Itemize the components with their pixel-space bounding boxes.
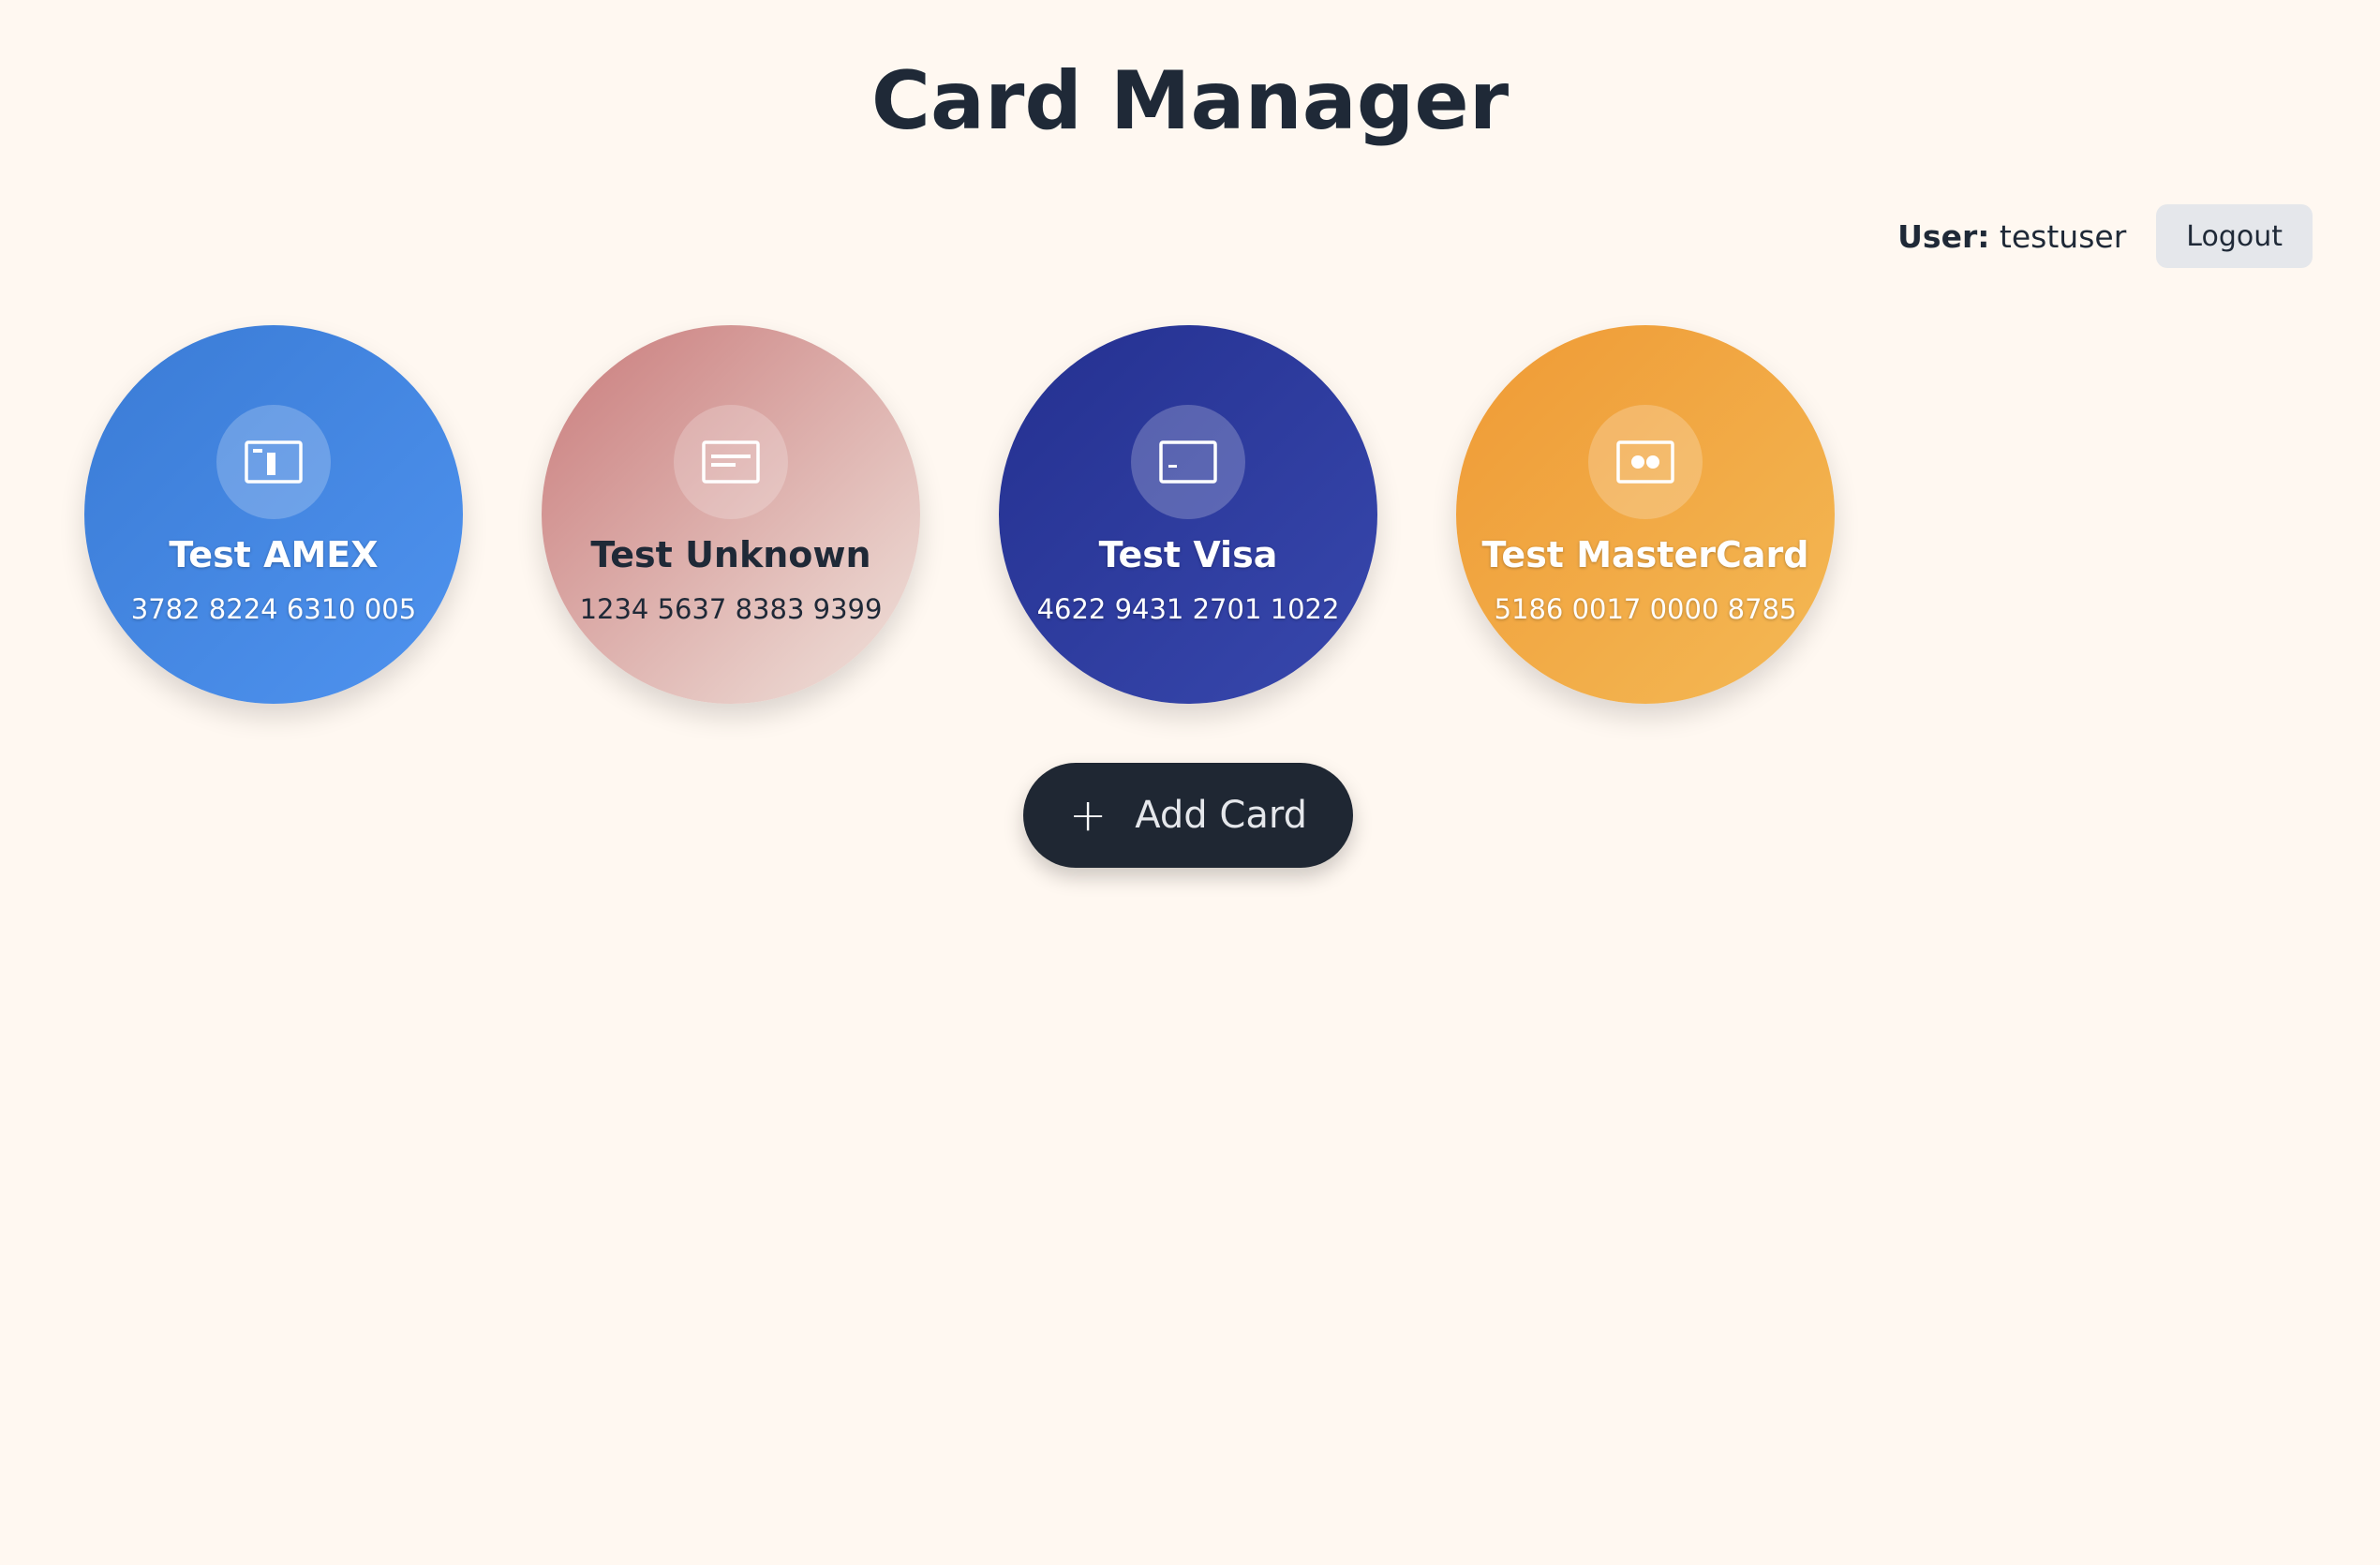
visa-card-icon [1159,440,1217,484]
user-info: User: testuser [1897,218,2126,255]
card-number: 1234 5637 8383 9399 [579,593,883,625]
card-number: 4622 9431 2701 1022 [1036,593,1340,625]
user-label: User: [1897,217,1990,255]
visa-card-icon-container [1131,405,1245,519]
cards-list: Test AMEX 3782 8224 6310 005 Test Unknow… [84,325,1835,704]
user-area: User: testuser Logout [1897,204,2313,268]
page-title: Card Manager [870,54,1510,148]
generic-card-icon [702,440,760,484]
mastercard-card-icon [1616,440,1674,484]
card-test-amex[interactable]: Test AMEX 3782 8224 6310 005 [84,325,463,704]
card-test-mastercard[interactable]: Test MasterCard 5186 0017 0000 8785 [1456,325,1835,704]
card-number: 3782 8224 6310 005 [130,593,417,625]
amex-card-icon [245,440,303,484]
amex-card-icon-container [216,405,331,519]
card-number: 5186 0017 0000 8785 [1494,593,1797,625]
logout-button[interactable]: Logout [2156,204,2313,268]
add-card-label: Add Card [1135,794,1307,837]
plus-icon: + [1069,789,1108,842]
card-name: Test AMEX [169,534,379,575]
card-name: Test MasterCard [1481,534,1809,575]
card-test-unknown[interactable]: Test Unknown 1234 5637 8383 9399 [542,325,920,704]
mastercard-card-icon-container [1588,405,1703,519]
card-name: Test Visa [1098,534,1278,575]
card-name: Test Unknown [590,534,871,575]
add-card-button[interactable]: + Add Card [1023,763,1353,868]
username: testuser [1999,217,2127,255]
card-test-visa[interactable]: Test Visa 4622 9431 2701 1022 [999,325,1377,704]
generic-card-icon-container [674,405,788,519]
